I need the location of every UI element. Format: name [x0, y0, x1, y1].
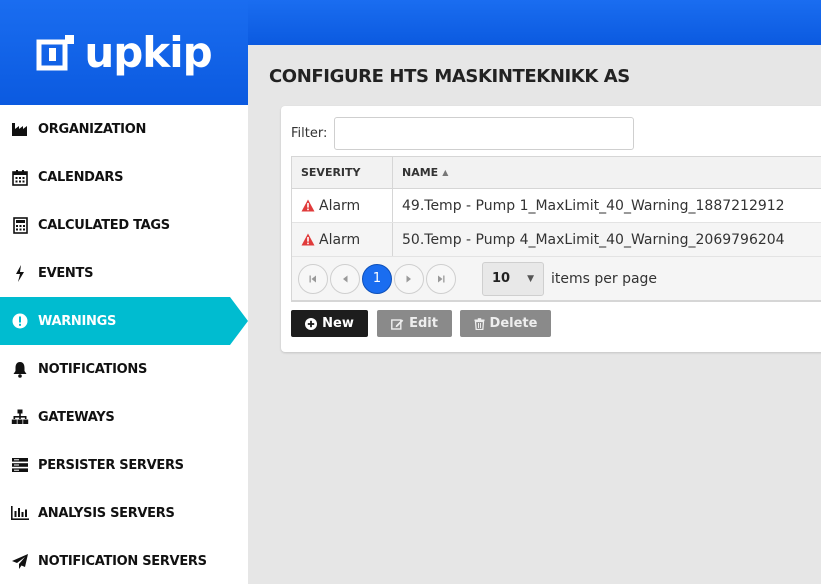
trash-icon — [474, 317, 485, 330]
sidebar-item-label: ORGANIZATION — [38, 121, 147, 137]
table-row[interactable]: Alarm 49.Temp - Pump 1_MaxLimit_40_Warni… — [292, 189, 821, 223]
sidebar-item-calendars[interactable]: CALENDARS — [0, 153, 248, 201]
edit-icon — [391, 318, 404, 330]
last-page-button[interactable] — [426, 263, 456, 294]
bell-icon — [10, 359, 30, 379]
sidebar-item-label: ANALYSIS SERVERS — [38, 505, 175, 521]
page-title: CONFIGURE HTS MASKINTEKNIKK AS — [269, 66, 630, 87]
new-button-label: New — [322, 316, 354, 331]
previous-page-button[interactable] — [330, 263, 360, 294]
server-icon — [10, 455, 30, 475]
column-header-label: SEVERITY — [301, 166, 361, 179]
warnings-panel: Filter: SEVERITY NAME ▲ Alarm 49.Temp - … — [281, 106, 821, 352]
sidebar-item-gateways[interactable]: GATEWAYS — [0, 393, 248, 441]
next-page-icon — [406, 275, 411, 282]
page-size-select[interactable]: 10 ▼ — [482, 261, 544, 296]
page-size-label: items per page — [551, 270, 658, 287]
previous-page-icon — [343, 275, 348, 282]
name-cell: 49.Temp - Pump 1_MaxLimit_40_Warning_188… — [402, 197, 785, 214]
first-page-button[interactable] — [298, 263, 328, 294]
sidebar-item-label: WARNINGS — [38, 313, 117, 329]
edit-button[interactable]: Edit — [377, 310, 452, 337]
sidebar-item-label: CALENDARS — [38, 169, 124, 185]
sidebar-item-label: GATEWAYS — [38, 409, 115, 425]
sidebar-item-notification-servers[interactable]: NOTIFICATION SERVERS — [0, 537, 248, 584]
warning-triangle-icon — [301, 199, 315, 212]
logo-text: upkip — [84, 27, 212, 77]
top-bar — [248, 0, 821, 45]
sidebar-item-label: NOTIFICATION SERVERS — [38, 553, 207, 569]
sidebar-item-label: PERSISTER SERVERS — [38, 457, 184, 473]
calculator-icon — [10, 215, 30, 235]
calendar-icon — [10, 167, 30, 187]
first-page-icon — [309, 275, 316, 282]
page-title-action: CONFIGURE — [269, 66, 384, 87]
warnings-grid: SEVERITY NAME ▲ Alarm 49.Temp - Pump 1_M… — [291, 156, 821, 302]
paper-plane-icon — [10, 551, 30, 571]
sidebar-item-calculated-tags[interactable]: CALCULATED TAGS — [0, 201, 248, 249]
bolt-icon — [10, 263, 30, 283]
sidebar-item-warnings[interactable]: WARNINGS — [0, 297, 248, 345]
factory-icon — [10, 119, 30, 139]
sidebar-item-organization[interactable]: ORGANIZATION — [0, 105, 248, 153]
column-header-name[interactable]: NAME ▲ — [393, 157, 821, 188]
next-page-button[interactable] — [394, 263, 424, 294]
upkip-logo[interactable]: upkip — [36, 27, 213, 77]
sidebar: upkip ORGANIZATION CALENDARS CALCULATED … — [0, 0, 248, 584]
name-cell: 50.Temp - Pump 4_MaxLimit_40_Warning_206… — [402, 231, 785, 248]
logo-area: upkip — [0, 0, 248, 105]
chevron-down-icon: ▼ — [527, 273, 534, 284]
new-button[interactable]: New — [291, 310, 368, 337]
severity-text: Alarm — [319, 231, 361, 248]
sidebar-item-events[interactable]: EVENTS — [0, 249, 248, 297]
filter-label: Filter: — [291, 126, 328, 141]
column-header-label: NAME — [402, 166, 439, 179]
sidebar-item-label: NOTIFICATIONS — [38, 361, 148, 377]
sidebar-item-label: EVENTS — [38, 265, 94, 281]
delete-button-label: Delete — [489, 316, 538, 331]
bar-chart-icon — [10, 503, 30, 523]
edit-button-label: Edit — [409, 316, 438, 331]
plus-circle-icon — [305, 317, 318, 330]
filter-input[interactable] — [334, 117, 634, 150]
sidebar-item-persister-servers[interactable]: PERSISTER SERVERS — [0, 441, 248, 489]
column-header-severity[interactable]: SEVERITY — [292, 157, 393, 188]
last-page-icon — [438, 275, 445, 282]
page-title-organization: HTS MASKINTEKNIKK AS — [389, 66, 630, 87]
page-size-value: 10 — [492, 271, 511, 286]
exclamation-circle-icon — [10, 311, 30, 331]
sidebar-nav: ORGANIZATION CALENDARS CALCULATED TAGS E… — [0, 105, 248, 584]
warning-triangle-icon — [301, 233, 315, 246]
sort-ascending-icon: ▲ — [442, 168, 449, 177]
severity-cell: Alarm — [292, 223, 393, 256]
severity-text: Alarm — [319, 197, 361, 214]
sidebar-item-label: CALCULATED TAGS — [38, 217, 170, 233]
sidebar-item-notifications[interactable]: NOTIFICATIONS — [0, 345, 248, 393]
logo-mark-icon — [36, 34, 75, 70]
delete-button[interactable]: Delete — [460, 310, 551, 337]
sitemap-icon — [10, 407, 30, 427]
pager: 1 10 ▼ items per page — [292, 257, 821, 301]
sidebar-item-analysis-servers[interactable]: ANALYSIS SERVERS — [0, 489, 248, 537]
page-number-button[interactable]: 1 — [362, 263, 392, 294]
grid-header: SEVERITY NAME ▲ — [292, 157, 821, 189]
severity-cell: Alarm — [292, 189, 393, 222]
table-row[interactable]: Alarm 50.Temp - Pump 4_MaxLimit_40_Warni… — [292, 223, 821, 257]
